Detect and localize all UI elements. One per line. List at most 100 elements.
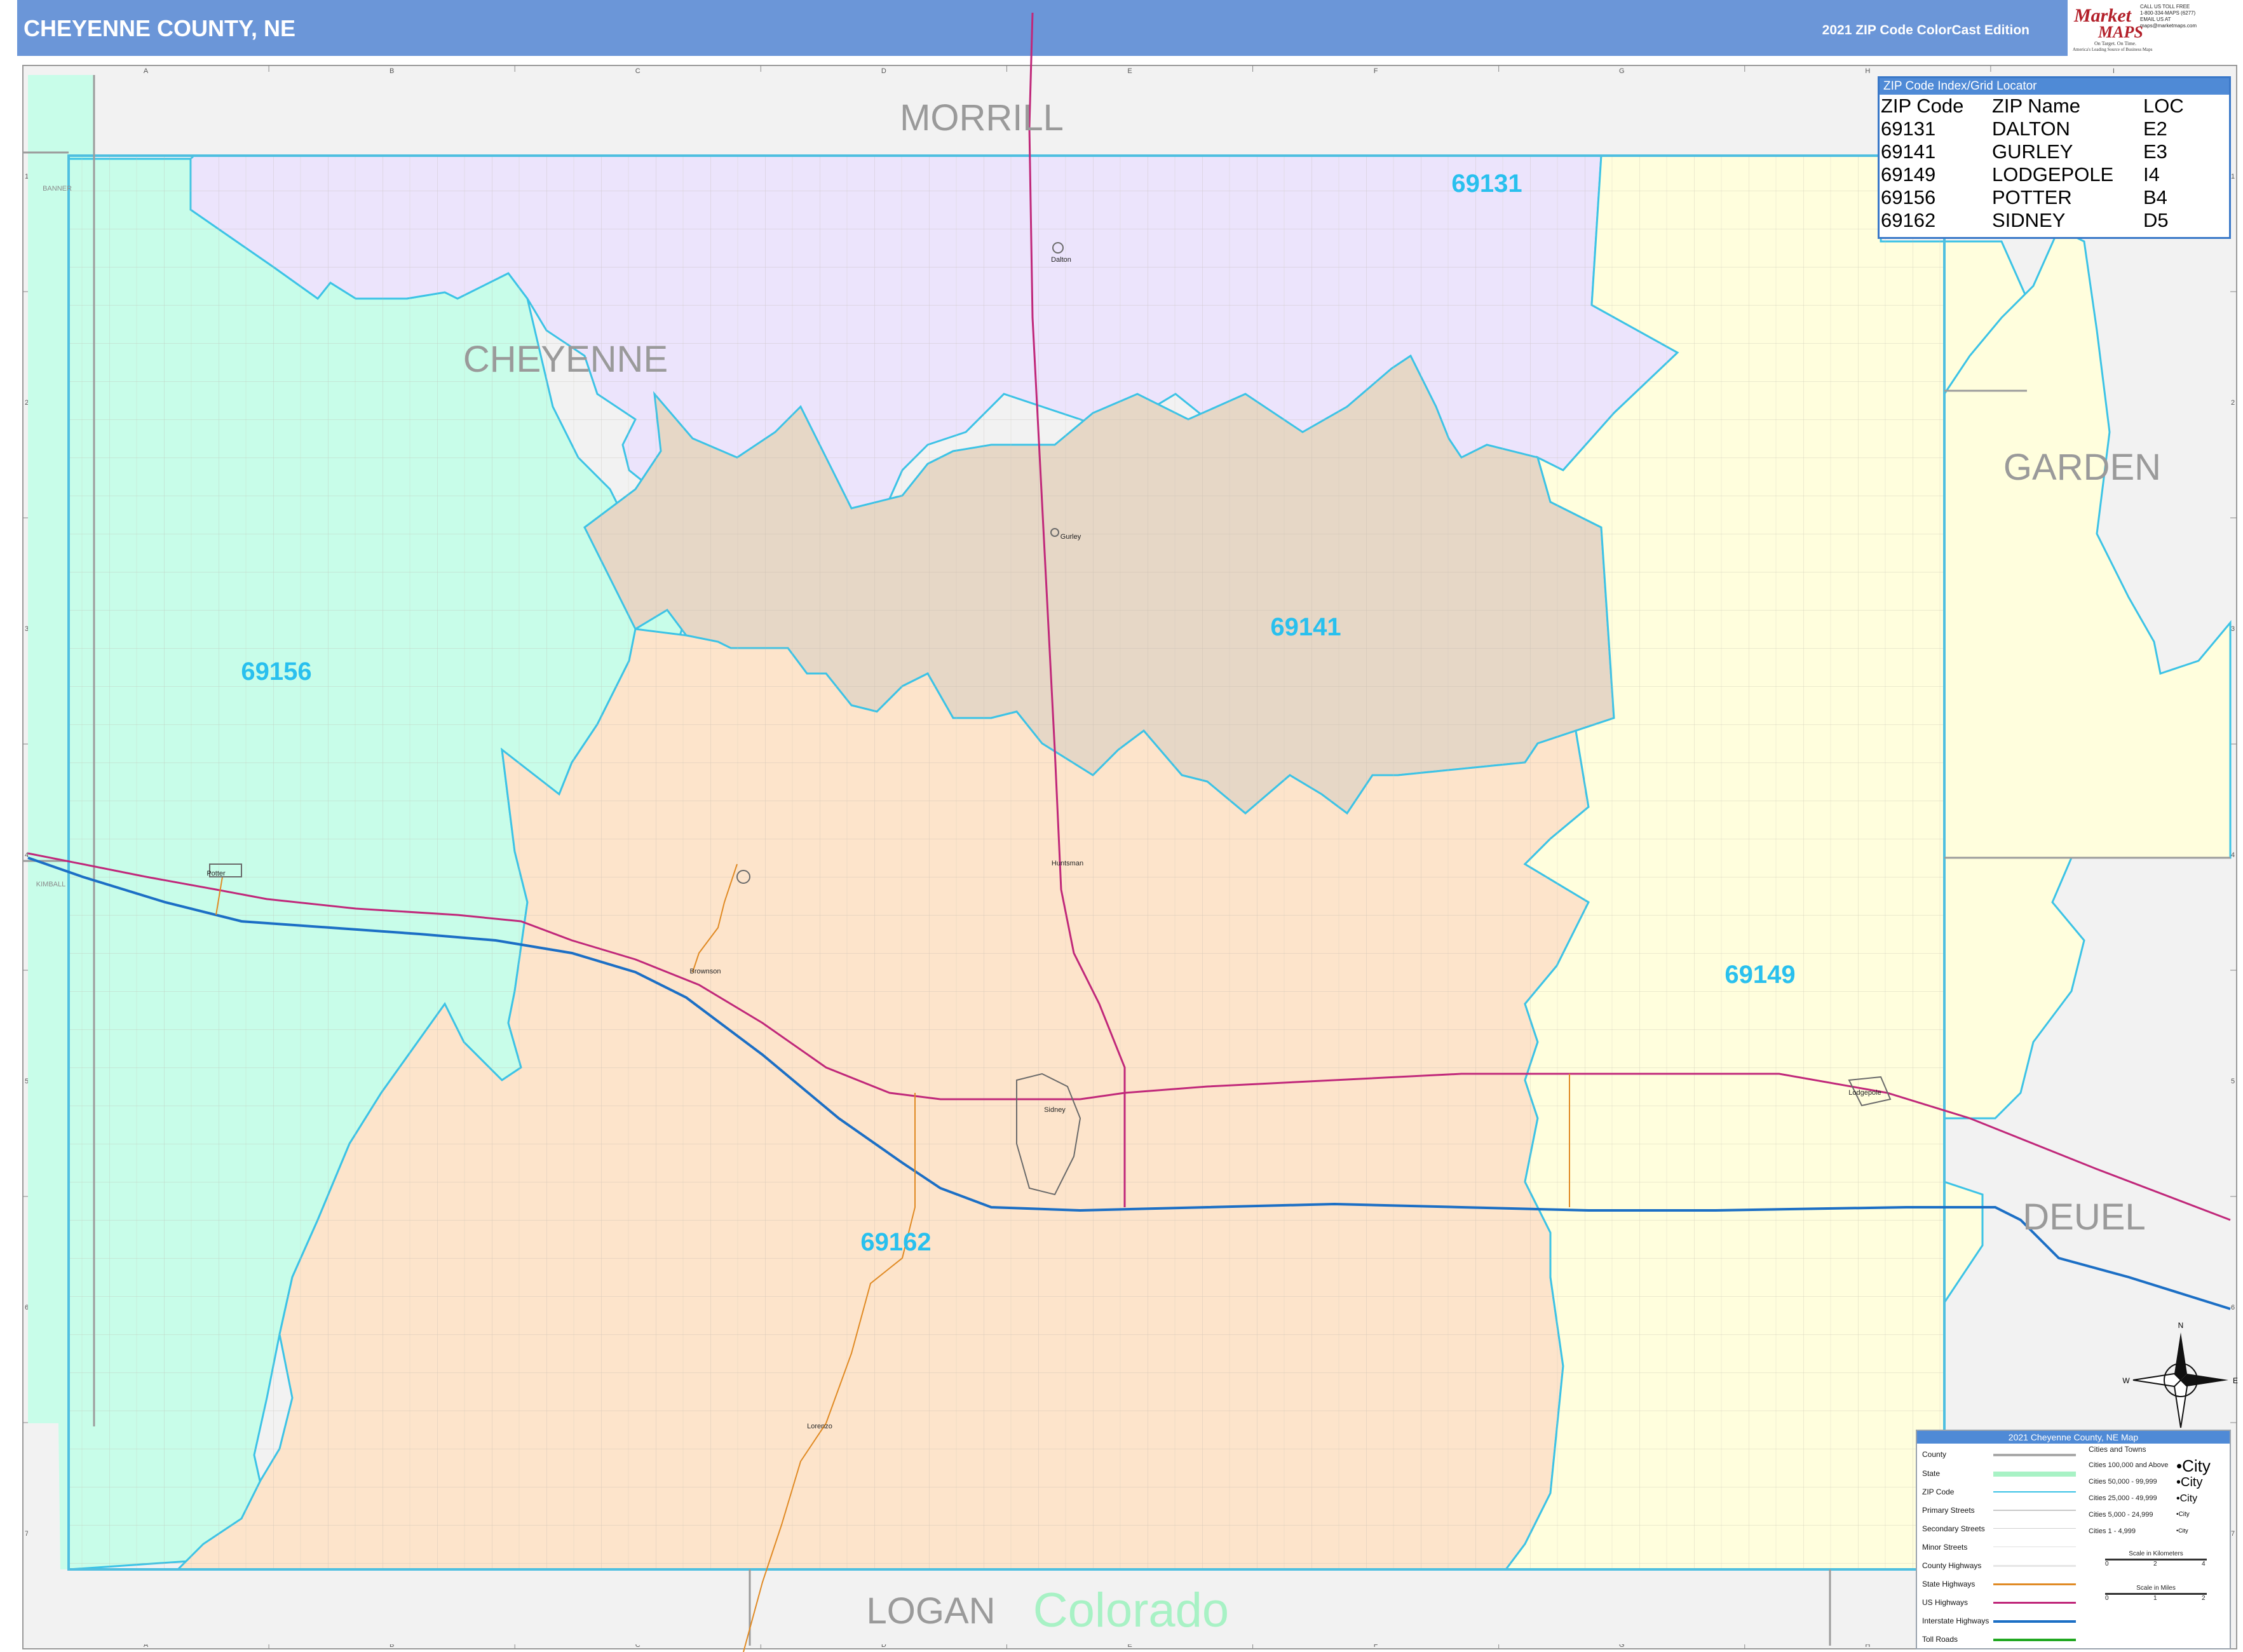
scale-mi-tick: 1 [2153, 1595, 2157, 1602]
header-loc: LOC [2143, 95, 2184, 117]
legend-city-class: Cities 25,000 - 49,999 [2089, 1494, 2157, 1502]
loc-cell: B4 [2143, 186, 2167, 208]
table-row: 69162 SIDNEY D5 [1881, 209, 2184, 232]
legend-city-sample: •City [2176, 1511, 2190, 1518]
grid-column-label: F [1374, 67, 1378, 75]
legend-city-sample: •City [2176, 1475, 2203, 1489]
zip-name-cell: POTTER [1992, 186, 2072, 208]
county-label-logan: LOGAN [866, 1590, 995, 1632]
zip-name-cell: SIDNEY [1992, 209, 2066, 231]
grid-row-label: 6 [2231, 1304, 2235, 1311]
zip-name-cell: LODGEPOLE [1992, 163, 2114, 186]
zip-label-69162: 69162 [860, 1228, 931, 1256]
legend-item-county: County [1922, 1450, 1947, 1459]
legend-city-sample: •City [2176, 1493, 2198, 1504]
scale-km-tick: 4 [2202, 1561, 2206, 1567]
scale-mi-label: Scale in Miles [2136, 1585, 2176, 1592]
loc-cell: E3 [2143, 140, 2167, 163]
legend-sample-county-hwy [1993, 1565, 2076, 1567]
table-row: 69141 GURLEY E3 [1881, 140, 2184, 163]
county-label-morrill: MORRILL [900, 97, 1064, 139]
scale-km-label: Scale in Kilometers [2129, 1550, 2183, 1557]
table-row: 69131 DALTON E2 [1881, 118, 2184, 140]
scale-km-tick: 2 [2153, 1561, 2157, 1567]
header-zip-name: ZIP Name [1992, 95, 2080, 117]
zip-label-69149: 69149 [1725, 961, 1795, 989]
zip-code-cell: 69156 [1881, 186, 1936, 208]
grid-column-label: I [2113, 67, 2115, 75]
legend-sample-state [1993, 1472, 2076, 1477]
grid-column-label: H [1865, 67, 1870, 75]
scale-mi-tick: 0 [2105, 1595, 2109, 1602]
zip-label-69141: 69141 [1270, 613, 1341, 641]
zip-code-cell: 69149 [1881, 163, 1936, 186]
compass-w: W [2122, 1376, 2130, 1385]
compass-e: E [2233, 1376, 2238, 1385]
legend-sample-toll [1993, 1639, 2076, 1641]
grid-row-label: 2 [2231, 399, 2235, 407]
state-label-colorado: Colorado [1033, 1583, 1229, 1637]
grid-column-label: E [1127, 67, 1132, 75]
legend-city-class: Cities 100,000 and Above [2089, 1461, 2169, 1469]
scale-mi-tick: 2 [2202, 1595, 2206, 1602]
legend-item-state-highways: State Highways [1922, 1580, 1975, 1588]
legend-cities-title: Cities and Towns [2089, 1445, 2146, 1454]
legend-sample-interstate [1993, 1620, 2076, 1623]
county-label-banner: BANNER [43, 185, 72, 193]
legend-city-class: Cities 5,000 - 24,999 [2089, 1511, 2153, 1519]
county-label-cheyenne: CHEYENNE [463, 339, 668, 380]
grid-column-label: B [390, 67, 394, 75]
zip-index-grid: ZIP Code ZIP Name LOC 69131 DALTON E2 69… [1881, 95, 2184, 232]
grid-column-label: A [144, 67, 149, 75]
legend-sample-us-hwy [1993, 1602, 2076, 1604]
road-grid [69, 156, 1944, 1569]
zip-code-cell: 69162 [1881, 209, 1936, 231]
grid-row-label: 3 [2231, 625, 2235, 633]
county-label-garden: GARDEN [2003, 447, 2161, 488]
legend-item-state: State [1922, 1469, 1941, 1478]
legend-item-primary-streets: Primary Streets [1922, 1506, 1975, 1515]
zip-name-cell: DALTON [1992, 118, 2070, 140]
town-label-sidney: Sidney [1044, 1106, 1066, 1114]
zip-code-cell: 69131 [1881, 118, 1936, 140]
loc-cell: I4 [2143, 163, 2160, 186]
legend-city-sample: •City [2176, 1456, 2211, 1475]
legend-sample-primary [1993, 1510, 2076, 1511]
compass-n: N [2178, 1321, 2184, 1330]
header-zip-code: ZIP Code [1881, 95, 1964, 117]
legend-item-us-highways: US Highways [1922, 1598, 1969, 1607]
table-row: 69149 LODGEPOLE I4 [1881, 163, 2184, 186]
zip-index-table: ZIP Code Index/Grid Locator ZIP Code ZIP… [1878, 76, 2231, 239]
zip-name-cell: GURLEY [1992, 140, 2073, 163]
grid-column-label: C [635, 67, 640, 75]
county-label-kimball: KIMBALL [36, 881, 65, 888]
zip-code-cell: 69141 [1881, 140, 1936, 163]
grid-row-label: 7 [2231, 1530, 2235, 1538]
grid-row-label: 1 [2231, 173, 2235, 180]
scale-km: Scale in Kilometers 0 2 4 [2105, 1550, 2207, 1568]
town-label-gurley: Gurley [1061, 533, 1081, 541]
zip-label-69156: 69156 [241, 658, 311, 686]
town-label-dalton: Dalton [1051, 256, 1071, 264]
scale-miles: Scale in Miles 0 1 2 [2105, 1585, 2207, 1602]
legend-sample-zip [1993, 1491, 2076, 1493]
loc-cell: D5 [2143, 209, 2169, 231]
grid-row-label: 4 [2231, 851, 2235, 859]
county-label-deuel: DEUEL [2023, 1196, 2145, 1238]
legend-item-secondary-streets: Secondary Streets [1922, 1524, 1985, 1533]
town-label-lodgepole: Lodgepole [1848, 1089, 1881, 1097]
zip-code-map: AABBCCDDEEFFGGHHII11223344556677 MORRILL… [22, 12, 2238, 1652]
legend-item-zip: ZIP Code [1922, 1487, 1955, 1496]
town-label-huntsman: Huntsman [1052, 860, 1083, 867]
town-label-potter: Potter [207, 870, 226, 877]
map-legend: 2021 Cheyenne County, NE Map Cities and … [1916, 1430, 2231, 1649]
town-label-brownson: Brownson [690, 968, 721, 975]
legend-sample-state-hwy [1993, 1583, 2076, 1585]
grid-row-label: 5 [2231, 1078, 2235, 1085]
legend-city-class: Cities 1 - 4,999 [2089, 1527, 2136, 1535]
scale-km-tick: 0 [2105, 1561, 2109, 1567]
legend-title: 2021 Cheyenne County, NE Map [1917, 1431, 2230, 1444]
zip-index-title: ZIP Code Index/Grid Locator [1880, 78, 2229, 95]
legend-city-class: Cities 50,000 - 99,999 [2089, 1478, 2157, 1486]
zip-index-header-row: ZIP Code ZIP Name LOC [1881, 95, 2184, 118]
